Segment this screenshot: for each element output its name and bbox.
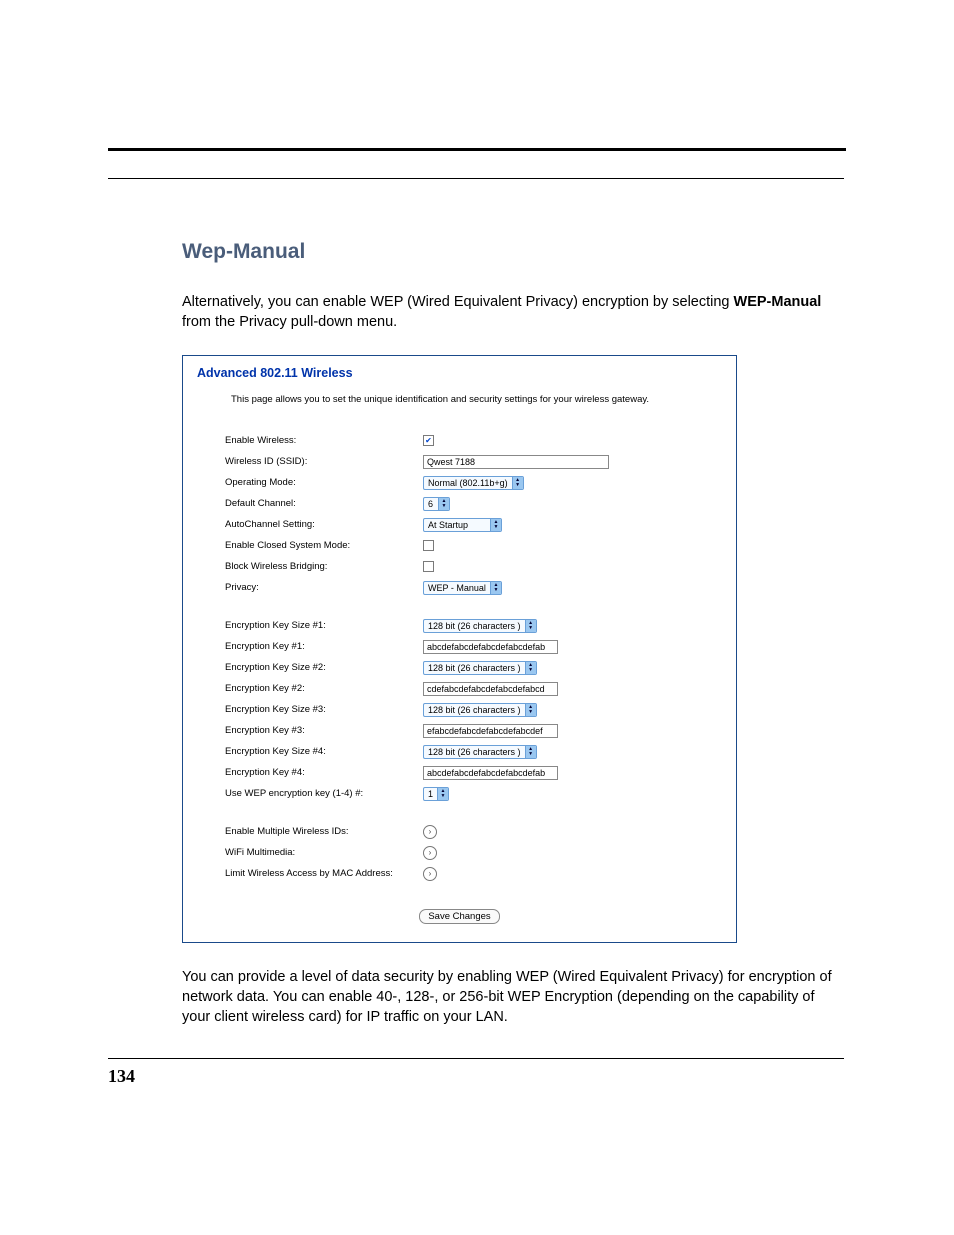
input-key-4[interactable]: [423, 766, 558, 780]
select-key-size-1[interactable]: 128 bit (26 characters ) ▲▼: [423, 619, 537, 633]
label-ssid: Wireless ID (SSID):: [225, 456, 423, 467]
page-number: 134: [108, 1066, 135, 1087]
select-privacy-value: WEP - Manual: [424, 583, 490, 593]
label-autochannel: AutoChannel Setting:: [225, 519, 423, 530]
chevron-updown-icon: ▲▼: [525, 704, 536, 716]
label-default-channel: Default Channel:: [225, 498, 423, 509]
chevron-updown-icon: ▲▼: [512, 477, 523, 489]
select-operating-mode[interactable]: Normal (802.11b+g) ▲▼: [423, 476, 524, 490]
expand-wifi-mm-button[interactable]: ›: [423, 846, 437, 860]
select-use-key[interactable]: 1 ▲▼: [423, 787, 449, 801]
select-privacy[interactable]: WEP - Manual ▲▼: [423, 581, 502, 595]
select-use-key-value: 1: [424, 789, 437, 799]
label-key-4: Encryption Key #4:: [225, 767, 423, 778]
label-wifi-mm: WiFi Multimedia:: [225, 847, 423, 858]
select-operating-mode-value: Normal (802.11b+g): [424, 478, 512, 488]
select-key-size-1-value: 128 bit (26 characters ): [424, 621, 525, 631]
input-ssid[interactable]: [423, 455, 609, 469]
label-block-bridging: Block Wireless Bridging:: [225, 561, 423, 572]
select-key-size-2[interactable]: 128 bit (26 characters ) ▲▼: [423, 661, 537, 675]
checkbox-closed-system[interactable]: [423, 540, 434, 551]
save-changes-button[interactable]: Save Changes: [419, 909, 499, 924]
chevron-updown-icon: ▲▼: [438, 498, 449, 510]
settings-panel: Advanced 802.11 Wireless This page allow…: [182, 355, 737, 943]
select-key-size-3-value: 128 bit (26 characters ): [424, 705, 525, 715]
intro-text-1: Alternatively, you can enable WEP (Wired…: [182, 294, 734, 310]
intro-bold: WEP-Manual: [734, 294, 822, 310]
label-enable-wireless: Enable Wireless:: [225, 435, 423, 446]
panel-description: This page allows you to set the unique i…: [231, 394, 722, 405]
label-multi-ids: Enable Multiple Wireless IDs:: [225, 826, 423, 837]
chevron-right-icon: ›: [429, 848, 432, 857]
panel-title: Advanced 802.11 Wireless: [197, 366, 722, 380]
checkbox-block-bridging[interactable]: [423, 561, 434, 572]
chevron-updown-icon: ▲▼: [525, 746, 536, 758]
intro-text-2: from the Privacy pull-down menu.: [182, 314, 397, 330]
label-key-size-4: Encryption Key Size #4:: [225, 746, 423, 757]
label-privacy: Privacy:: [225, 582, 423, 593]
input-key-3[interactable]: [423, 724, 558, 738]
select-autochannel[interactable]: At Startup ▲▼: [423, 518, 502, 532]
chevron-updown-icon: ▲▼: [525, 662, 536, 674]
select-autochannel-value: At Startup: [424, 520, 490, 530]
label-key-2: Encryption Key #2:: [225, 683, 423, 694]
expand-multi-ids-button[interactable]: ›: [423, 825, 437, 839]
label-key-1: Encryption Key #1:: [225, 641, 423, 652]
intro-paragraph: Alternatively, you can enable WEP (Wired…: [182, 292, 840, 333]
select-key-size-3[interactable]: 128 bit (26 characters ) ▲▼: [423, 703, 537, 717]
select-default-channel[interactable]: 6 ▲▼: [423, 497, 450, 511]
select-default-channel-value: 6: [424, 499, 438, 509]
chevron-updown-icon: ▲▼: [437, 788, 448, 800]
select-key-size-2-value: 128 bit (26 characters ): [424, 663, 525, 673]
chevron-updown-icon: ▲▼: [525, 620, 536, 632]
section-heading: Wep-Manual: [182, 240, 840, 264]
checkbox-enable-wireless[interactable]: ✔: [423, 435, 434, 446]
label-key-size-2: Encryption Key Size #2:: [225, 662, 423, 673]
label-operating-mode: Operating Mode:: [225, 477, 423, 488]
label-key-size-3: Encryption Key Size #3:: [225, 704, 423, 715]
label-key-3: Encryption Key #3:: [225, 725, 423, 736]
label-mac-limit: Limit Wireless Access by MAC Address:: [225, 868, 423, 879]
chevron-right-icon: ›: [429, 827, 432, 836]
chevron-right-icon: ›: [429, 869, 432, 878]
select-key-size-4-value: 128 bit (26 characters ): [424, 747, 525, 757]
label-use-key: Use WEP encryption key (1-4) #:: [225, 788, 423, 799]
expand-mac-limit-button[interactable]: ›: [423, 867, 437, 881]
input-key-1[interactable]: [423, 640, 558, 654]
input-key-2[interactable]: [423, 682, 558, 696]
chevron-updown-icon: ▲▼: [490, 582, 501, 594]
label-closed-system: Enable Closed System Mode:: [225, 540, 423, 551]
select-key-size-4[interactable]: 128 bit (26 characters ) ▲▼: [423, 745, 537, 759]
chevron-updown-icon: ▲▼: [490, 519, 501, 531]
outro-paragraph: You can provide a level of data security…: [182, 967, 840, 1028]
label-key-size-1: Encryption Key Size #1:: [225, 620, 423, 631]
